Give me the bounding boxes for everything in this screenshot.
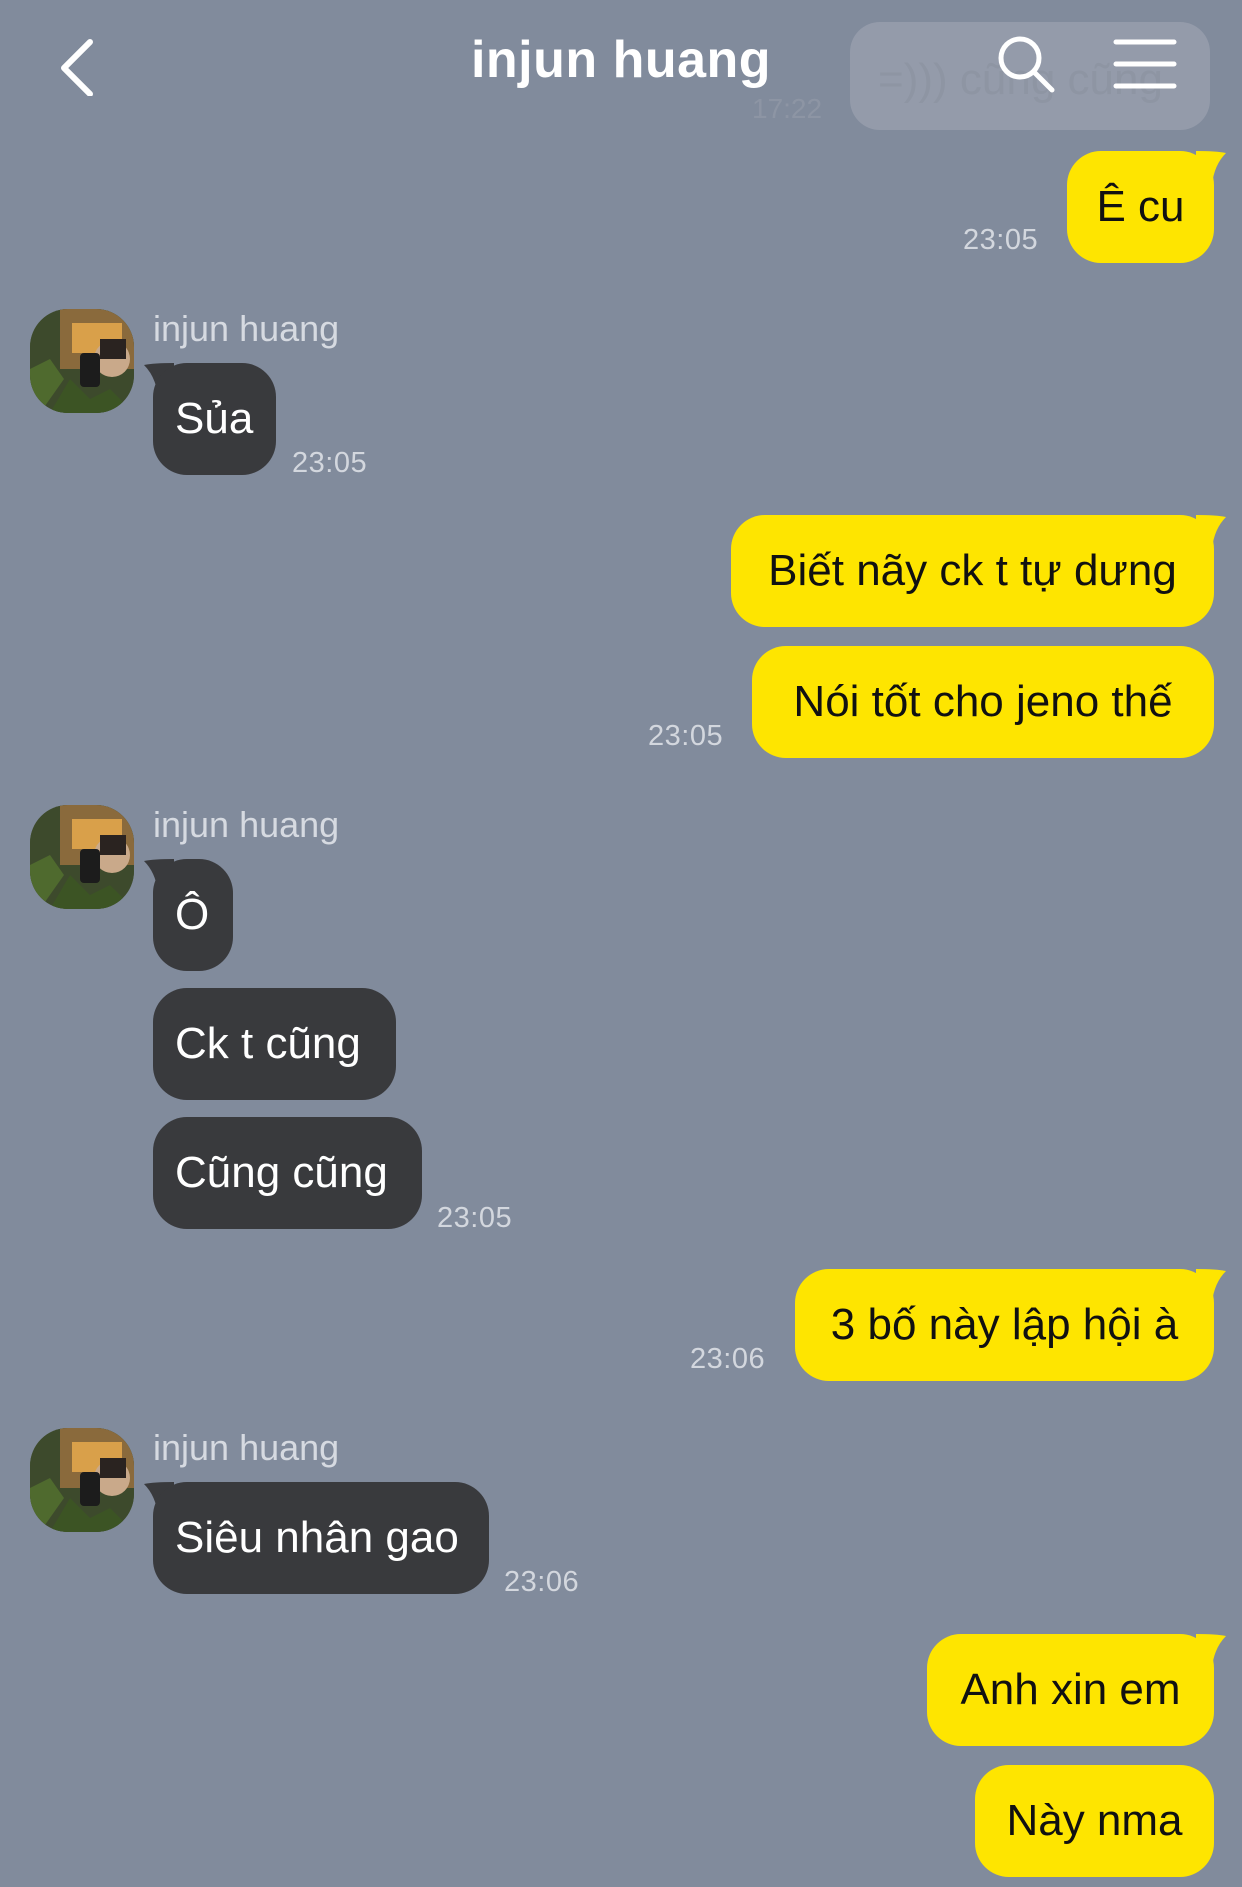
- message-time: 23:05: [963, 224, 1039, 256]
- their-message-bubble[interactable]: Ck t cũng: [153, 988, 396, 1100]
- my-message-bubble[interactable]: 3 bố này lập hội à: [795, 1269, 1214, 1381]
- hamburger-menu-icon[interactable]: [1112, 36, 1178, 92]
- avatar[interactable]: [30, 805, 134, 909]
- my-bubble-tail: [1196, 515, 1226, 549]
- sender-name: injun huang: [153, 308, 340, 349]
- their-message-bubble[interactable]: Cũng cũng: [153, 1117, 422, 1229]
- my-message-bubble[interactable]: Ê cu: [1067, 151, 1214, 263]
- my-message-bubble[interactable]: Biết nãy ck t tự dưng: [731, 515, 1214, 627]
- sender-name: injun huang: [153, 804, 340, 845]
- my-message-bubble[interactable]: Anh xin em: [927, 1634, 1214, 1746]
- avatar[interactable]: [30, 309, 134, 413]
- their-message-bubble[interactable]: Sủa: [153, 363, 276, 475]
- message-time: 23:05: [292, 447, 368, 479]
- my-message-bubble[interactable]: Nói tốt cho jeno thế: [752, 646, 1214, 758]
- avatar[interactable]: [30, 1428, 134, 1532]
- their-message-bubble[interactable]: Siêu nhân gao: [153, 1482, 489, 1594]
- chat-header: injun huang: [0, 0, 1242, 140]
- search-icon[interactable]: [995, 33, 1059, 97]
- my-bubble-tail: [1196, 151, 1226, 185]
- my-message-bubble[interactable]: Này nma: [975, 1765, 1214, 1877]
- message-time: 23:05: [437, 1202, 513, 1234]
- sender-name: injun huang: [153, 1427, 340, 1468]
- message-time: 23:06: [690, 1343, 766, 1375]
- my-bubble-tail: [1196, 1269, 1226, 1303]
- message-time: 23:05: [648, 720, 724, 752]
- message-time: 23:06: [504, 1566, 580, 1598]
- their-message-bubble[interactable]: Ô: [153, 859, 233, 971]
- my-bubble-tail: [1196, 1634, 1226, 1668]
